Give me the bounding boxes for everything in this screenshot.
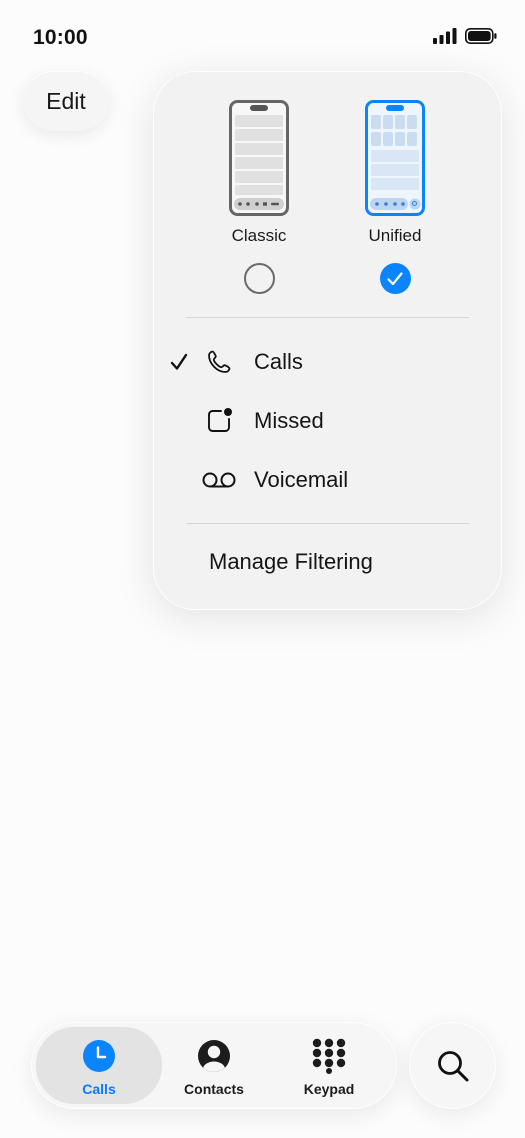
search-icon	[437, 1050, 468, 1081]
menu-item-missed[interactable]: Missed	[153, 399, 502, 443]
checkmark-icon	[170, 353, 188, 370]
keypad-icon	[266, 1038, 392, 1074]
tab-label: Contacts	[184, 1081, 244, 1097]
status-time: 10:00	[33, 26, 88, 49]
menu-item-label: Missed	[254, 408, 324, 433]
menu-item-label: Voicemail	[254, 467, 349, 492]
clock-icon	[36, 1039, 162, 1073]
tab-bar: Calls Contacts Keypad	[31, 1022, 397, 1109]
status-icons	[433, 28, 497, 44]
search-button[interactable]	[409, 1022, 496, 1109]
person-icon	[151, 1039, 277, 1073]
layout-option-unified[interactable]: Unified	[335, 100, 455, 294]
tab-contacts[interactable]: Contacts	[151, 1027, 277, 1104]
layout-option-classic[interactable]: Classic	[199, 100, 319, 294]
battery-icon	[465, 28, 497, 44]
layout-option-label: Unified	[368, 226, 422, 245]
tab-label: Keypad	[303, 1081, 355, 1097]
filter-popover: Classic Unified Calls Missed Voicemail M…	[153, 71, 502, 610]
checkmark-icon	[387, 271, 403, 285]
phone-icon	[201, 340, 237, 384]
tab-keypad[interactable]: Keypad	[266, 1027, 392, 1104]
edit-button[interactable]: Edit	[23, 71, 109, 131]
unified-phone-icon	[365, 100, 425, 216]
divider	[186, 317, 469, 318]
tab-label: Calls	[82, 1081, 116, 1097]
divider	[186, 523, 469, 524]
classic-phone-icon	[229, 100, 289, 216]
tab-calls[interactable]: Calls	[36, 1027, 162, 1104]
menu-item-calls[interactable]: Calls	[153, 340, 502, 384]
menu-item-label: Calls	[254, 349, 303, 374]
classic-radio[interactable]	[243, 263, 275, 294]
unified-radio[interactable]	[379, 263, 411, 294]
status-bar: 10:00	[0, 0, 525, 70]
missed-badge-icon	[201, 399, 237, 443]
signal-icon	[433, 28, 457, 44]
layout-option-label: Classic	[231, 226, 287, 245]
voicemail-icon	[201, 458, 237, 502]
menu-item-voicemail[interactable]: Voicemail	[153, 458, 502, 502]
manage-filtering-button[interactable]: Manage Filtering	[209, 549, 373, 575]
